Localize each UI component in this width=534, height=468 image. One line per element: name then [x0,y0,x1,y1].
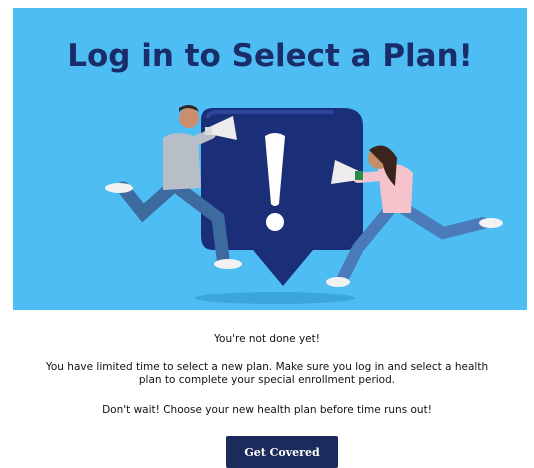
dont-wait-text: Don't wait! Choose your new health plan … [102,404,432,416]
not-done-text: You're not done yet! [214,333,320,345]
hero-banner: Log in to Select a Plan! [13,8,527,310]
limited-time-text: You have limited time to select a new pl… [45,361,489,386]
get-covered-button[interactable]: Get Covered [226,436,338,468]
hero-title: Log in to Select a Plan! [67,38,473,74]
bubble-shadow [195,292,355,304]
